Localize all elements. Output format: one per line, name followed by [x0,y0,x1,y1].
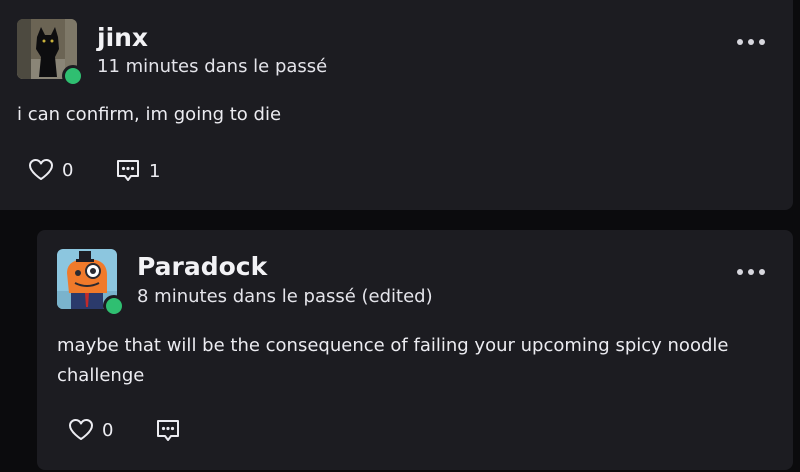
like-button[interactable]: 0 [28,158,73,182]
comment-icon [117,160,139,181]
heart-icon [69,419,93,440]
comment-count: 1 [149,160,161,182]
post-timestamp: 11 minutes dans le passé [97,56,328,77]
post-card-paradock: Paradock 8 minutes dans le passé (edited… [37,230,793,470]
comment-icon [157,420,179,441]
post-body: i can confirm, im going to die [17,104,282,125]
comment-button[interactable]: 1 [115,158,160,184]
post-body: maybe that will be the consequence of fa… [57,335,729,386]
more-options-icon[interactable] [737,262,765,282]
author-name[interactable]: jinx [97,23,148,53]
more-options-icon[interactable] [737,32,765,52]
online-status-dot [103,295,125,317]
heart-icon [29,159,53,180]
author-name[interactable]: Paradock [137,252,267,282]
online-status-dot [62,65,84,87]
like-button[interactable]: 0 [68,418,113,442]
like-count: 0 [102,419,114,441]
comment-button[interactable] [155,418,189,444]
like-count: 0 [62,159,74,181]
post-card-jinx: jinx 11 minutes dans le passé i can conf… [0,0,793,210]
post-timestamp: 8 minutes dans le passé (edited) [137,286,433,307]
